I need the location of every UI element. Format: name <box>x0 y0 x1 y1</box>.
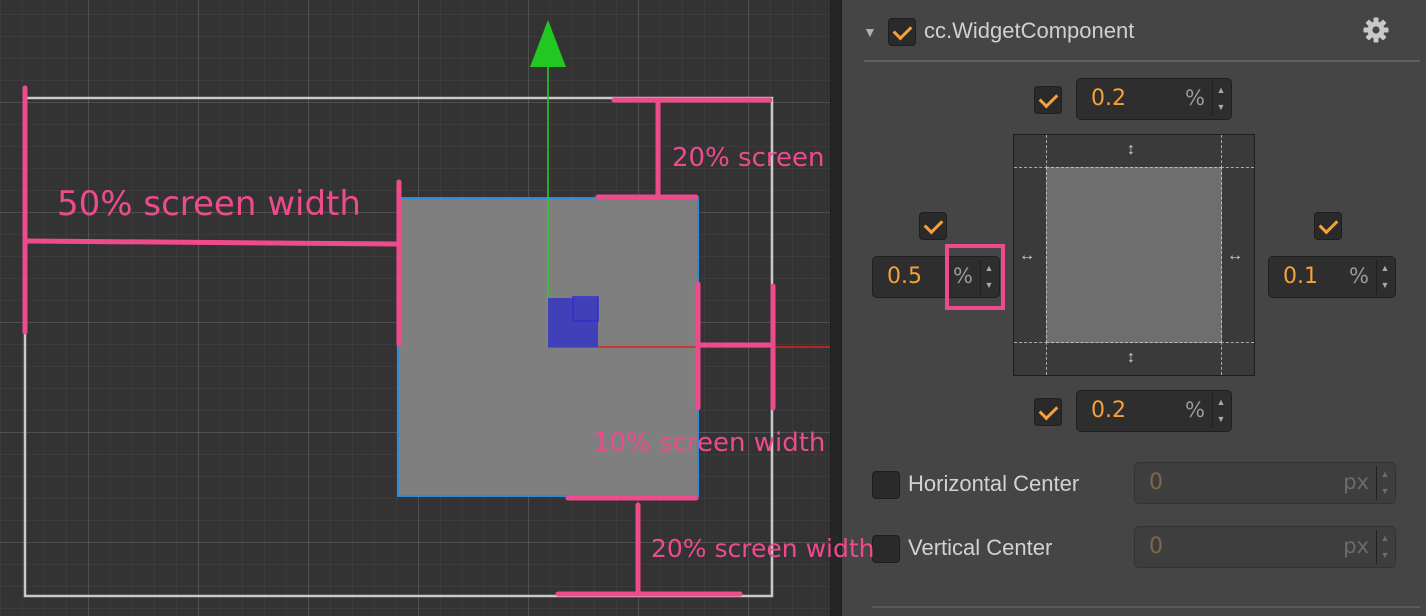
vertical-arrow-icon: ↕ <box>1127 349 1135 366</box>
footer-separator <box>872 606 1420 608</box>
top-annotation-label: 20% screen width <box>672 143 830 173</box>
vertical-center-unit[interactable]: px <box>1343 527 1369 565</box>
stepper-down-icon[interactable]: ▼ <box>1377 547 1393 564</box>
y-axis-arrow[interactable] <box>530 20 566 67</box>
stepper-up-icon[interactable]: ▲ <box>1377 466 1393 483</box>
stepper-down-icon[interactable]: ▼ <box>1213 411 1229 428</box>
vertical-arrow-icon: ↕ <box>1127 141 1135 158</box>
vertical-center-stepper[interactable]: ▲ ▼ <box>1376 530 1393 564</box>
vertical-center-label: Vertical Center <box>908 535 1053 560</box>
stepper-up-icon[interactable]: ▲ <box>1377 260 1393 277</box>
component-enabled-checkbox[interactable] <box>888 18 916 46</box>
top-margin-value[interactable]: 0.2 <box>1091 79 1126 119</box>
gear-icon[interactable] <box>1362 16 1390 44</box>
stepper-up-icon[interactable]: ▲ <box>1377 530 1393 547</box>
horizontal-center-stepper[interactable]: ▲ ▼ <box>1376 466 1393 500</box>
bottom-margin-stepper[interactable]: ▲ ▼ <box>1212 394 1229 428</box>
horizontal-arrow-icon: ↔ <box>1227 247 1243 264</box>
top-margin-field[interactable]: 0.2 % ▲ ▼ <box>1076 78 1232 120</box>
right-annotation-label: 10% screen width <box>593 428 825 458</box>
left-annotation-label: 50% screen width <box>57 184 361 224</box>
right-margin-value[interactable]: 0.1 <box>1283 257 1318 297</box>
horizontal-arrow-icon: ↔ <box>1019 247 1035 264</box>
header-separator <box>864 60 1420 62</box>
horizontal-center-value[interactable]: 0 <box>1149 463 1163 503</box>
left-align-checkbox[interactable] <box>919 212 947 240</box>
right-margin-stepper[interactable]: ▲ ▼ <box>1376 260 1393 294</box>
top-margin-stepper[interactable]: ▲ ▼ <box>1212 82 1229 116</box>
vertical-center-field[interactable]: 0 px ▲ ▼ <box>1134 526 1396 568</box>
stepper-down-icon[interactable]: ▼ <box>1213 99 1229 116</box>
stepper-down-icon[interactable]: ▼ <box>1377 483 1393 500</box>
vertical-center-checkbox[interactable] <box>872 535 900 563</box>
widget-preview-node <box>1046 167 1222 343</box>
unit-highlight-annotation <box>945 244 1005 310</box>
bottom-align-checkbox[interactable] <box>1034 398 1062 426</box>
right-align-checkbox[interactable] <box>1314 212 1342 240</box>
panel-divider[interactable] <box>830 0 842 616</box>
bottom-margin-annotation <box>555 495 743 597</box>
right-margin-field[interactable]: 0.1 % ▲ ▼ <box>1268 256 1396 298</box>
bottom-margin-value[interactable]: 0.2 <box>1091 391 1126 431</box>
triangle-down-icon[interactable]: ▼ <box>863 19 877 45</box>
scene-canvas: 50% screen width 20% screen width 10% sc… <box>22 20 830 598</box>
left-margin-value[interactable]: 0.5 <box>887 257 922 297</box>
right-margin-annotation <box>695 281 776 411</box>
stepper-up-icon[interactable]: ▲ <box>1213 82 1229 99</box>
horizontal-center-checkbox[interactable] <box>872 471 900 499</box>
horizontal-center-label: Horizontal Center <box>908 471 1080 496</box>
horizontal-center-field[interactable]: 0 px ▲ ▼ <box>1134 462 1396 504</box>
inspector-panel: ▼ cc.WidgetComponent 0.2 % ▲ ▼ 0.5 % ▲ ▼… <box>842 0 1426 616</box>
vertical-center-value[interactable]: 0 <box>1149 527 1163 567</box>
bottom-margin-field[interactable]: 0.2 % ▲ ▼ <box>1076 390 1232 432</box>
horizontal-center-unit[interactable]: px <box>1343 463 1369 501</box>
top-margin-unit[interactable]: % <box>1185 79 1205 117</box>
scene-view[interactable]: 50% screen width 20% screen width 10% sc… <box>0 0 830 616</box>
top-align-checkbox[interactable] <box>1034 86 1062 114</box>
component-title: cc.WidgetComponent <box>924 18 1135 43</box>
stepper-down-icon[interactable]: ▼ <box>1377 277 1393 294</box>
stepper-up-icon[interactable]: ▲ <box>1213 394 1229 411</box>
editor-root: 50% screen width 20% screen width 10% sc… <box>0 0 1426 616</box>
right-margin-unit[interactable]: % <box>1349 257 1369 295</box>
bottom-margin-unit[interactable]: % <box>1185 391 1205 429</box>
widget-align-preview: ↕ ↕ ↔ ↔ <box>1013 134 1255 376</box>
